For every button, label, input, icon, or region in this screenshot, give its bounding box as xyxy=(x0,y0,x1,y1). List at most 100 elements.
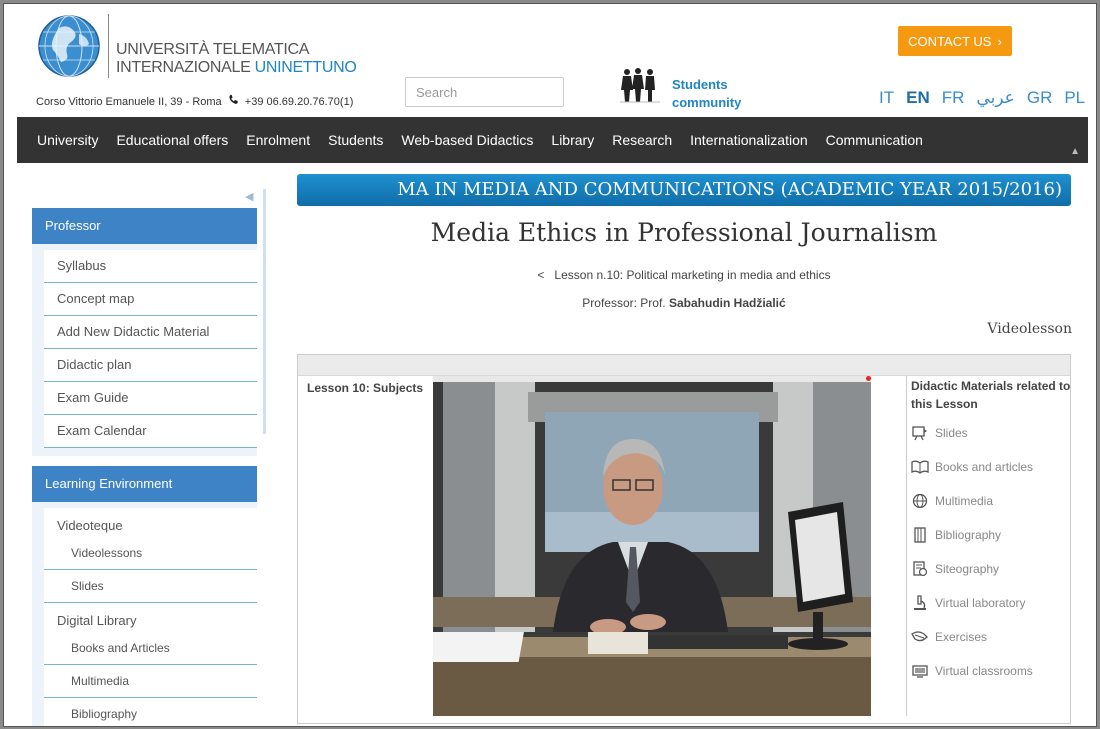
sidebar-item-exam-calendar[interactable]: Exam Calendar xyxy=(44,415,257,448)
bibliography-icon xyxy=(911,526,929,544)
material-slides[interactable]: Slides xyxy=(911,416,1075,450)
sidebar-item-syllabus[interactable]: Syllabus xyxy=(44,250,257,283)
lang-it[interactable]: IT xyxy=(879,88,894,108)
nav-enrolment[interactable]: Enrolment xyxy=(246,132,310,148)
sidebar-group-videoteque[interactable]: Videoteque xyxy=(44,508,257,537)
learning-list: Videoteque Videolessons Slides Digital L… xyxy=(32,502,257,726)
didactic-materials-panel: Didactic Materials related to this Lesso… xyxy=(906,376,1075,716)
material-virtual-classrooms[interactable]: Virtual classrooms xyxy=(911,654,1075,688)
material-books-articles[interactable]: Books and articles xyxy=(911,450,1075,484)
microscope-icon xyxy=(911,594,929,612)
lesson-title: Lesson n.10: Political marketing in medi… xyxy=(554,268,831,282)
language-selector: IT EN FR عربي GR PL xyxy=(879,88,1085,108)
sidebar-item-slides[interactable]: Slides xyxy=(44,570,257,603)
material-label: Exercises xyxy=(935,630,988,644)
video-progress-handle[interactable] xyxy=(866,376,871,381)
nav-educational-offers[interactable]: Educational offers xyxy=(116,132,228,148)
students-community-link[interactable]: Students community xyxy=(672,76,741,112)
lang-gr[interactable]: GR xyxy=(1027,88,1053,108)
professor-list: Syllabus Concept map Add New Didactic Ma… xyxy=(32,244,257,456)
classroom-icon xyxy=(911,662,929,680)
nav-internationalization[interactable]: Internationalization xyxy=(690,132,808,148)
material-multimedia[interactable]: Multimedia xyxy=(911,484,1075,518)
lesson-panel: Lesson 10: Subjects Didactic Materials r… xyxy=(297,354,1071,724)
nav-university[interactable]: University xyxy=(37,132,98,148)
sidebar-header-learning-environment[interactable]: Learning Environment xyxy=(32,466,257,502)
course-title: Media Ethics in Professional Journalism xyxy=(430,218,938,247)
logo-text-line1: UNIVERSITÀ TELEMATICA xyxy=(116,41,310,58)
lang-pl[interactable]: PL xyxy=(1064,88,1085,108)
sidebar-header-professor[interactable]: Professor xyxy=(32,208,257,244)
chevron-right-icon: › xyxy=(997,33,1002,49)
nav-research[interactable]: Research xyxy=(612,132,672,148)
sidebar-item-videolessons[interactable]: Videolessons xyxy=(44,537,257,570)
logo-text-part1: INTERNAZIONALE xyxy=(116,59,255,76)
sidebar-group-digital-library[interactable]: Digital Library xyxy=(44,603,257,632)
page: UNIVERSITÀ TELEMATICA INTERNAZIONALE UNI… xyxy=(17,4,1088,726)
nav-web-based-didactics[interactable]: Web-based Didactics xyxy=(401,132,533,148)
video-frame-image xyxy=(433,382,871,716)
material-label: Virtual classrooms xyxy=(935,664,1033,678)
university-globe-logo[interactable] xyxy=(35,14,103,78)
didactic-materials-title: Didactic Materials related to this Lesso… xyxy=(911,379,1071,411)
search-input[interactable] xyxy=(405,77,564,107)
material-siteography[interactable]: Siteography xyxy=(911,552,1075,586)
material-label: Slides xyxy=(935,426,968,440)
material-virtual-laboratory[interactable]: Virtual laboratory xyxy=(911,586,1075,620)
exercises-icon xyxy=(911,628,929,646)
professor-line: Professor: Prof. Sabahudin Hadžialić xyxy=(297,296,1071,310)
address-line: Corso Vittorio Emanuele II, 39 - Roma +3… xyxy=(36,94,353,108)
address-text: Corso Vittorio Emanuele II, 39 - Roma xyxy=(36,96,222,108)
students-community-icon[interactable] xyxy=(618,66,662,104)
professor-prefix: Professor: Prof. xyxy=(582,296,666,310)
browser-frame: UNIVERSITÀ TELEMATICA INTERNAZIONALE UNI… xyxy=(3,3,1097,727)
material-label: Multimedia xyxy=(935,494,994,508)
students-label-line2: community xyxy=(672,95,742,110)
sidebar-item-add-didactic-material[interactable]: Add New Didactic Material xyxy=(44,316,257,349)
program-banner: MA IN MEDIA AND COMMUNICATIONS (ACADEMIC… xyxy=(297,174,1071,206)
lang-fr[interactable]: FR xyxy=(942,88,965,108)
videolesson-label: Videolesson xyxy=(987,321,1072,337)
nav-students[interactable]: Students xyxy=(328,132,383,148)
logo-text-line2: INTERNAZIONALE UNINETTUNO xyxy=(116,59,357,77)
previous-lesson-icon[interactable]: < xyxy=(537,268,544,282)
globe-icon xyxy=(911,492,929,510)
sidebar-item-multimedia[interactable]: Multimedia xyxy=(44,665,257,698)
sidebar-item-concept-map[interactable]: Concept map xyxy=(44,283,257,316)
collapse-sidebar-icon[interactable]: ◀ xyxy=(245,190,253,203)
material-label: Bibliography xyxy=(935,528,1002,542)
contact-us-button[interactable]: CONTACT US › xyxy=(898,26,1012,56)
sidebar-spacer xyxy=(32,456,257,466)
siteography-icon xyxy=(911,560,929,578)
material-label: Siteography xyxy=(935,562,1000,576)
lang-ar[interactable]: عربي xyxy=(976,88,1014,108)
sidebar-item-books-articles[interactable]: Books and Articles xyxy=(44,632,257,665)
logo-text-accent: UNINETTUNO xyxy=(254,59,357,76)
nav-library[interactable]: Library xyxy=(551,132,594,148)
sidebar-item-didactic-plan[interactable]: Didactic plan xyxy=(44,349,257,382)
lesson-panel-header xyxy=(298,355,1070,376)
phone-number: +39 06.69.20.76.70(1) xyxy=(244,96,354,108)
lesson-line: < Lesson n.10: Political marketing in med… xyxy=(297,268,1071,282)
students-label-line1: Students xyxy=(672,77,728,92)
nav-communication[interactable]: Communication xyxy=(826,132,923,148)
contact-us-label: CONTACT US xyxy=(908,33,992,49)
material-label: Books and articles xyxy=(935,460,1034,474)
main-nav: University Educational offers Enrolment … xyxy=(17,117,1088,163)
video-player[interactable] xyxy=(433,376,871,716)
sidebar-item-exam-guide[interactable]: Exam Guide xyxy=(44,382,257,415)
slides-icon xyxy=(911,424,929,442)
book-icon xyxy=(911,458,929,476)
sidebar: Professor Syllabus Concept map Add New D… xyxy=(32,208,257,726)
lang-en[interactable]: EN xyxy=(906,88,930,108)
sidebar-scrollbar[interactable] xyxy=(263,189,266,434)
lesson-subjects[interactable]: Lesson 10: Subjects xyxy=(307,381,423,395)
material-exercises[interactable]: Exercises xyxy=(911,620,1075,654)
scroll-up-icon[interactable]: ▲ xyxy=(1070,146,1080,157)
material-label: Virtual laboratory xyxy=(935,596,1026,610)
sidebar-item-bibliography[interactable]: Bibliography xyxy=(44,698,257,726)
phone-icon xyxy=(228,94,239,108)
professor-name: Sabahudin Hadžialić xyxy=(669,296,786,310)
material-bibliography[interactable]: Bibliography xyxy=(911,518,1075,552)
logo-divider xyxy=(108,14,109,78)
